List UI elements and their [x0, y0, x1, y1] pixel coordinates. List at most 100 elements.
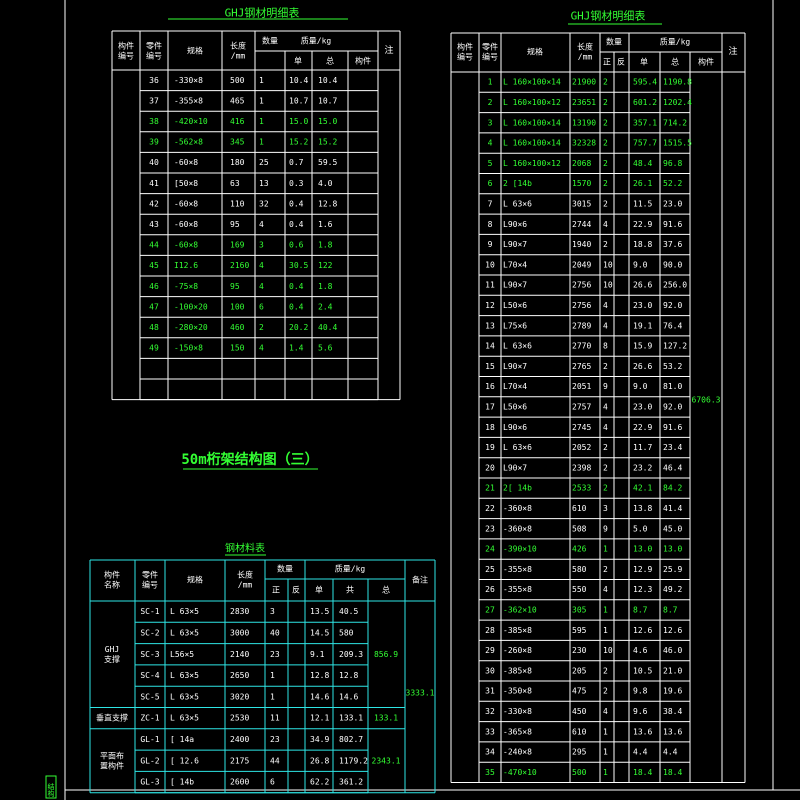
t3-length: 3000 [230, 628, 249, 637]
t1-h-total: 总 [326, 56, 334, 66]
t2-h-unit: 单 [640, 57, 648, 67]
t2-total: 4.4 [663, 748, 678, 757]
t2-total: 25.9 [663, 565, 682, 574]
t1-unit: 0.4 [289, 220, 304, 229]
t1-length: 2160 [230, 261, 249, 270]
t1-unit: 0.4 [289, 302, 304, 311]
t1-part: 37 [149, 96, 159, 105]
t1-qty: 4 [259, 220, 264, 229]
t3-spec: L56×5 [170, 650, 194, 659]
t2-spec: -385×8 [503, 626, 532, 635]
t1-qty: 13 [259, 179, 269, 188]
t1-unit: 0.4 [289, 199, 304, 208]
t3-total: 14.6 [339, 692, 358, 701]
t1-unit: 0.6 [289, 241, 304, 250]
t2-length: 508 [572, 524, 587, 533]
t1-part: 48 [149, 323, 159, 332]
t2-length: 500 [572, 768, 587, 777]
t3-h-length: /mm [238, 581, 253, 590]
t2-length: 595 [572, 626, 587, 635]
t1-length: 110 [230, 199, 245, 208]
t2-part: 26 [485, 585, 495, 594]
t3-total: 133.1 [339, 714, 363, 723]
t2-h-spec: 规格 [527, 47, 543, 57]
t2-total: 38.4 [663, 707, 682, 716]
t2-h-member: 构件 [457, 42, 473, 52]
t1-length: 416 [230, 117, 245, 126]
t1-unit: 0.3 [289, 179, 304, 188]
t1-h-spec: 规格 [187, 46, 203, 56]
t2-total: 76.4 [663, 321, 682, 330]
t2-spec: 2 [14b [503, 179, 532, 188]
t2-spec: -470×10 [503, 768, 537, 777]
t2-spec: -260×8 [503, 646, 532, 655]
t2-total: 127.2 [663, 342, 687, 351]
t3-unit: 34.9 [310, 735, 329, 744]
t2-total: 1202.4 [663, 98, 692, 107]
t2-unit: 19.1 [633, 321, 652, 330]
t1-length: 500 [230, 76, 245, 85]
t2-spec: 2[ 14b [503, 484, 532, 493]
t1-total: 2.4 [318, 302, 333, 311]
t2-qty: 2 [603, 687, 608, 696]
t2-spec: L50×6 [503, 301, 527, 310]
t2-qty: 2 [603, 240, 608, 249]
t1-qty: 2 [259, 323, 264, 332]
t2-part: 25 [485, 565, 495, 574]
t2-unit: 5.0 [633, 524, 648, 533]
t2-unit: 22.9 [633, 423, 652, 432]
t3-qty: 23 [270, 650, 280, 659]
t2-qty: 2 [603, 139, 608, 148]
t2-title: GHJ钢材明细表 [571, 9, 646, 23]
t1-spec: -75×8 [174, 282, 198, 291]
t2-part: 2 [488, 98, 493, 107]
t2-part: 12 [485, 301, 495, 310]
t1-h-comp: 构件 [355, 56, 371, 66]
t3-sum-sc: 856.9 [374, 650, 398, 659]
t3-length: 2140 [230, 650, 249, 659]
t2-total: 41.4 [663, 504, 682, 513]
t2-qty: 2 [603, 159, 608, 168]
t1-qty: 4 [259, 261, 264, 270]
t1-unit: 1.4 [289, 344, 304, 353]
t2-qty: 1 [603, 748, 608, 757]
t3-qty: 11 [270, 714, 280, 723]
t2-part: 27 [485, 605, 495, 614]
t2-unit: 13.0 [633, 545, 652, 554]
t2-part: 9 [488, 240, 493, 249]
t2-unit: 4.6 [633, 646, 648, 655]
t1-qty: 3 [259, 241, 264, 250]
t2-unit: 8.7 [633, 605, 648, 614]
t2-qty: 1 [603, 626, 608, 635]
t2-spec: L 160×100×12 [503, 98, 561, 107]
t3-part: GL-3 [140, 778, 159, 787]
t3-spec: [ 14a [170, 735, 194, 744]
t2-unit: 42.1 [633, 484, 652, 493]
t1-part: 47 [149, 302, 159, 311]
stamp-text: 结构 [47, 782, 55, 798]
t2-part: 24 [485, 545, 495, 554]
t2-qty: 9 [603, 524, 608, 533]
t2-spec: L50×6 [503, 402, 527, 411]
t1-spec: -60×8 [174, 158, 198, 167]
t2-qty: 1 [603, 545, 608, 554]
t2-unit: 9.8 [633, 687, 648, 696]
t2-part: 7 [488, 199, 493, 208]
t2-part: 28 [485, 626, 495, 635]
t3-spec: L 63×5 [170, 671, 199, 680]
t2-part: 11 [485, 281, 495, 290]
t3-part: ZC-1 [140, 714, 159, 723]
t2-length: 580 [572, 565, 587, 574]
t2-unit: 601.2 [633, 98, 657, 107]
t1-part: 46 [149, 282, 159, 291]
t1-unit: 10.7 [289, 96, 308, 105]
t2-h-part: 零件 [482, 42, 498, 52]
t3-part: GL-2 [140, 756, 159, 765]
t2-qty: 4 [603, 402, 608, 411]
t1-length: 465 [230, 96, 245, 105]
t2-total: 1190.8 [663, 78, 692, 87]
t2-h-length: 长度 [577, 42, 593, 52]
t2-part: 29 [485, 646, 495, 655]
t2-h-note: 注 [728, 45, 737, 57]
t2-length: 2770 [572, 342, 591, 351]
